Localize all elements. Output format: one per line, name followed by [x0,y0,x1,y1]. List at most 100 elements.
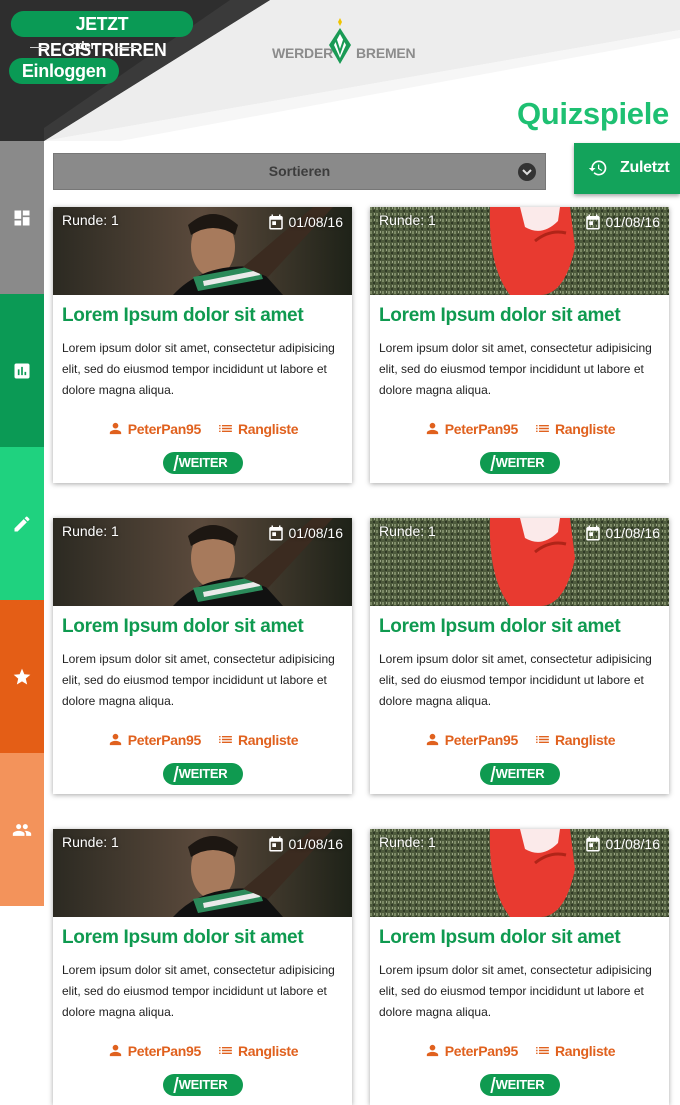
card-ranking: Rangliste [554,1042,616,1059]
logo-text-right: BREMEN [356,45,416,61]
card-meta: PeterPan95 Rangliste [370,731,669,748]
person-icon [109,733,121,746]
quiz-card[interactable]: Runde: 1 01/08/16 Lorem Ipsum dolor sit am… [370,518,669,794]
person-icon [109,1044,121,1057]
person-icon [426,1044,438,1057]
card-date: 01/08/16 [584,835,661,853]
calendar-icon [585,525,600,541]
card-round: Runde: 1 [379,523,436,539]
recent-button[interactable]: Zuletzt [574,143,680,194]
person-icon [109,422,121,435]
card-date-text: 01/08/16 [605,525,661,541]
card-round: Runde: 1 [62,834,119,850]
card-date-text: 01/08/16 [288,214,344,230]
person-icon [426,422,438,435]
calendar-icon [268,525,283,541]
card-title[interactable]: Lorem Ipsum dolor sit amet [379,616,621,638]
card-ranking: Rangliste [237,731,299,748]
card-next-button[interactable]: WEITER [163,1074,243,1096]
card-round: Runde: 1 [379,834,436,850]
card-user: PeterPan95 [127,1042,202,1059]
quiz-card[interactable]: Runde: 1 01/08/16 Lorem Ipsum dolor sit am… [370,207,669,483]
card-title[interactable]: Lorem Ipsum dolor sit amet [62,305,304,327]
card-title[interactable]: Lorem Ipsum dolor sit amet [62,927,304,949]
calendar-icon [268,836,283,852]
person-icon [426,733,438,746]
card-title[interactable]: Lorem Ipsum dolor sit amet [62,616,304,638]
sidebar-item-edit[interactable] [0,447,44,600]
card-next-button[interactable]: WEITER [163,452,243,474]
card-ranking: Rangliste [554,420,616,437]
card-description: Lorem ipsum dolor sit amet, consectetur … [379,652,652,708]
logo-text-left: WERDER [272,45,334,61]
card-meta: PeterPan95 Rangliste [53,1042,352,1059]
quiz-card[interactable]: Runde: 1 01/08/16 Lorem Ipsum dolor sit am… [53,518,352,794]
or-separator: oder [30,40,136,54]
quiz-card[interactable]: Runde: 1 01/08/16 Lorem Ipsum dolor sit am… [370,829,669,1105]
calendar-icon [585,214,600,230]
card-user-link[interactable]: PeterPan95 [424,731,518,748]
card-ranking: Rangliste [554,731,616,748]
star-icon [13,668,31,684]
card-next-button[interactable]: WEITER [480,1074,560,1096]
register-button[interactable]: JETZT REGISTRIEREN [10,11,194,60]
card-ranking: Rangliste [237,420,299,437]
card-user: PeterPan95 [127,731,202,748]
card-ranking-link[interactable]: Rangliste [534,1042,616,1059]
card-description: Lorem ipsum dolor sit amet, consectetur … [379,963,652,1019]
card-ranking-link[interactable]: Rangliste [217,1042,299,1059]
chevron-down-icon [518,163,536,181]
card-date: 01/08/16 [267,213,344,231]
card-user-link[interactable]: PeterPan95 [107,1042,201,1059]
card-title[interactable]: Lorem Ipsum dolor sit amet [379,305,621,327]
bar-chart-icon [14,363,30,378]
card-user-link[interactable]: PeterPan95 [107,731,201,748]
card-date: 01/08/16 [267,835,343,853]
card-round: Runde: 1 [62,212,119,228]
card-next-button[interactable]: WEITER [163,763,243,785]
quiz-card[interactable]: Runde: 1 01/08/16 Lorem Ipsum dolor sit am… [53,829,352,1105]
card-date-text: 01/08/16 [605,836,661,852]
calendar-icon [585,836,600,852]
card-ranking-link[interactable]: Rangliste [217,420,299,437]
card-ranking-link[interactable]: Rangliste [534,420,616,437]
card-description: Lorem ipsum dolor sit amet, consectetur … [62,341,335,397]
sidebar-item-community[interactable] [0,753,44,906]
sidebar-item-favorites[interactable] [0,600,44,753]
list-icon [219,735,232,744]
card-user-link[interactable]: PeterPan95 [424,1042,518,1059]
list-icon [536,1046,549,1055]
card-description: Lorem ipsum dolor sit amet, consectetur … [62,963,335,1019]
card-ranking-link[interactable]: Rangliste [534,731,616,748]
card-title[interactable]: Lorem Ipsum dolor sit amet [379,927,621,949]
card-user: PeterPan95 [127,420,202,437]
card-next-button[interactable]: WEITER [480,452,560,474]
list-icon [536,735,549,744]
card-user-link[interactable]: PeterPan95 [424,420,518,437]
card-user: PeterPan95 [444,420,519,437]
sort-label: Sortieren [268,163,331,179]
sidebar-item-dashboard[interactable] [0,141,44,294]
history-icon [588,160,607,176]
pencil-icon [14,515,30,531]
card-meta: PeterPan95 Rangliste [370,1042,669,1059]
werder-diamond-icon [329,18,351,64]
list-icon [219,424,232,433]
quiz-card[interactable]: Runde: 1 01/08/16 Lorem Ipsum dolor sit am… [53,207,352,483]
card-description: Lorem ipsum dolor sit amet, consectetur … [379,341,652,397]
club-logo[interactable]: WERDER BREMEN [272,18,416,66]
sidebar-item-statistics[interactable] [0,294,44,447]
people-icon [12,823,32,836]
card-meta: PeterPan95 Rangliste [370,420,669,437]
card-next-button[interactable]: WEITER [480,763,560,785]
login-button[interactable]: Einloggen [9,58,119,84]
sort-dropdown[interactable]: Sortieren [53,153,546,190]
card-date-text: 01/08/16 [288,525,344,541]
list-icon [536,424,549,433]
card-description: Lorem ipsum dolor sit amet, consectetur … [62,652,335,708]
card-round: Runde: 1 [62,523,119,539]
page-title: Quizspiele [516,96,669,131]
card-ranking-link[interactable]: Rangliste [217,731,299,748]
card-date: 01/08/16 [584,213,660,231]
card-user-link[interactable]: PeterPan95 [107,420,201,437]
